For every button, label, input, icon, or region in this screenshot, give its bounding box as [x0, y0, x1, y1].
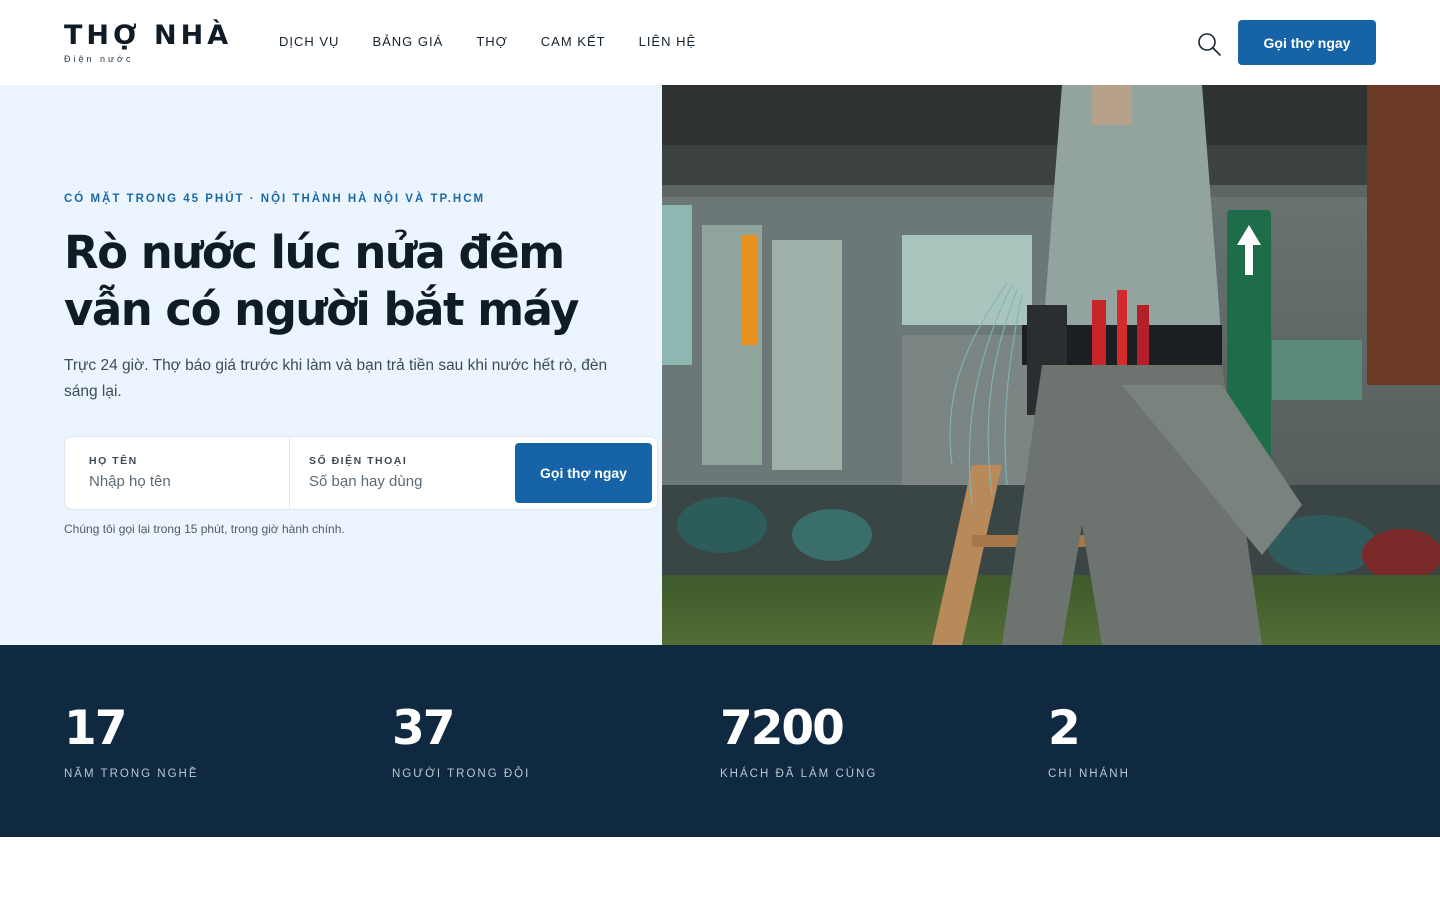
stat-years: 17 NĂM TRONG NGHỀ [64, 700, 199, 780]
phone-input[interactable] [309, 473, 499, 490]
nav-item-commitment[interactable]: CAM KẾT [541, 34, 606, 49]
stat-value: 2 [1048, 701, 1081, 756]
stat-value: 7200 [720, 701, 845, 756]
stat-label: NGƯỜI TRONG ĐỘI [392, 768, 531, 780]
nav-item-contact[interactable]: LIÊN HỆ [639, 34, 697, 49]
site-header: THỢ NHÀ Điện nước DỊCH VỤ BẢNG GIÁ THỢ C… [0, 0, 1440, 85]
main-nav: DỊCH VỤ BẢNG GIÁ THỢ CAM KẾT LIÊN HỆ [279, 34, 729, 49]
stat-value: 17 [64, 701, 127, 756]
nav-item-technicians[interactable]: THỢ [476, 34, 507, 49]
stat-label: KHÁCH ĐÃ LÀM CÙNG [720, 768, 878, 780]
name-label: HỌ TÊN [89, 455, 138, 467]
search-icon[interactable] [1196, 31, 1222, 57]
callback-form: HỌ TÊN SỐ ĐIỆN THOẠI Gọi thợ ngay [64, 436, 658, 510]
electrician-photo [662, 85, 1440, 645]
logo[interactable]: THỢ NHÀ Điện nước [64, 20, 232, 64]
stat-value: 37 [392, 701, 455, 756]
stat-customers: 7200 KHÁCH ĐÃ LÀM CÙNG [720, 700, 877, 780]
hero-image [662, 85, 1440, 645]
call-technician-button[interactable]: Gọi thợ ngay [1238, 20, 1376, 65]
phone-field: SỐ ĐIỆN THOẠI [290, 437, 510, 509]
phone-label: SỐ ĐIỆN THOẠI [309, 455, 408, 467]
hero-lead: Trực 24 giờ. Thợ báo giá trước khi làm v… [64, 357, 608, 400]
logo-subtitle: Điện nước [64, 54, 134, 64]
hero-headline: Rò nước lúc nửa đêm vẫn có người bắt máy [64, 226, 579, 336]
name-input[interactable] [89, 473, 279, 490]
logo-title: THỢ NHÀ [64, 20, 233, 51]
stat-label: NĂM TRONG NGHỀ [64, 768, 199, 780]
stats-section: 17 NĂM TRONG NGHỀ 37 NGƯỜI TRONG ĐỘI 720… [0, 645, 1440, 837]
hero-eyebrow: CÓ MẶT TRONG 45 PHÚT · NỘI THÀNH HÀ NỘI … [64, 193, 486, 205]
stat-team: 37 NGƯỜI TRONG ĐỘI [392, 700, 530, 780]
stat-label: CHI NHÁNH [1048, 768, 1130, 780]
nav-item-services[interactable]: DỊCH VỤ [279, 34, 339, 49]
form-note: Chúng tôi gọi lại trong 15 phút, trong g… [64, 522, 345, 536]
stat-branches: 2 CHI NHÁNH [1048, 700, 1130, 780]
nav-item-pricing[interactable]: BẢNG GIÁ [372, 34, 443, 49]
submit-button[interactable]: Gọi thợ ngay [515, 443, 652, 503]
name-field: HỌ TÊN [65, 437, 290, 509]
